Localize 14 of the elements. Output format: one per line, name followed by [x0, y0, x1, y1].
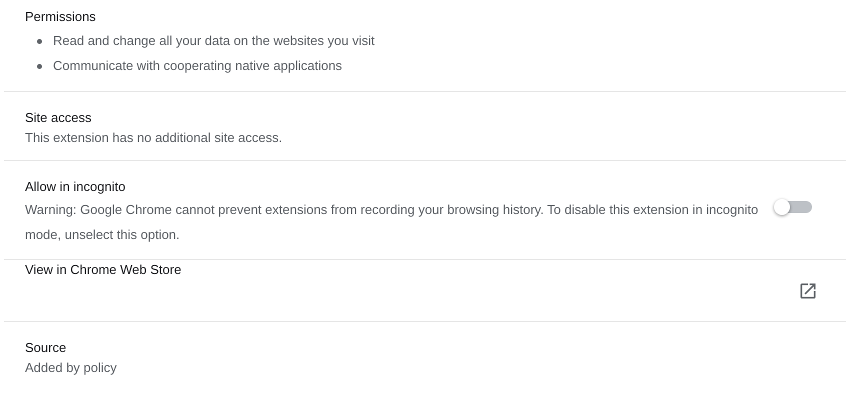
section-title: Allow in incognito [25, 178, 126, 196]
bullet-icon [37, 64, 42, 68]
section-title: Permissions [25, 8, 96, 26]
permission-text: Read and change all your data on the websites you visit [53, 32, 375, 50]
section-description: This extension has no additional site access. [25, 129, 282, 147]
section-description: Warning: Google Chrome cannot prevent extensions from recording your browsing history. To disable this extension in incognito mode, unselect this option. [25, 201, 760, 244]
external-link-icon[interactable] [798, 280, 818, 300]
permission-text: Communicate with cooperating native applications [53, 57, 342, 75]
web-store-link[interactable]: View in Chrome Web Store [25, 260, 182, 280]
bullet-icon [37, 38, 42, 44]
section-title: Site access [25, 109, 92, 127]
section-description: Added by policy [25, 359, 117, 377]
section-title: Source [25, 339, 66, 357]
toggle-switch[interactable] [774, 199, 812, 215]
